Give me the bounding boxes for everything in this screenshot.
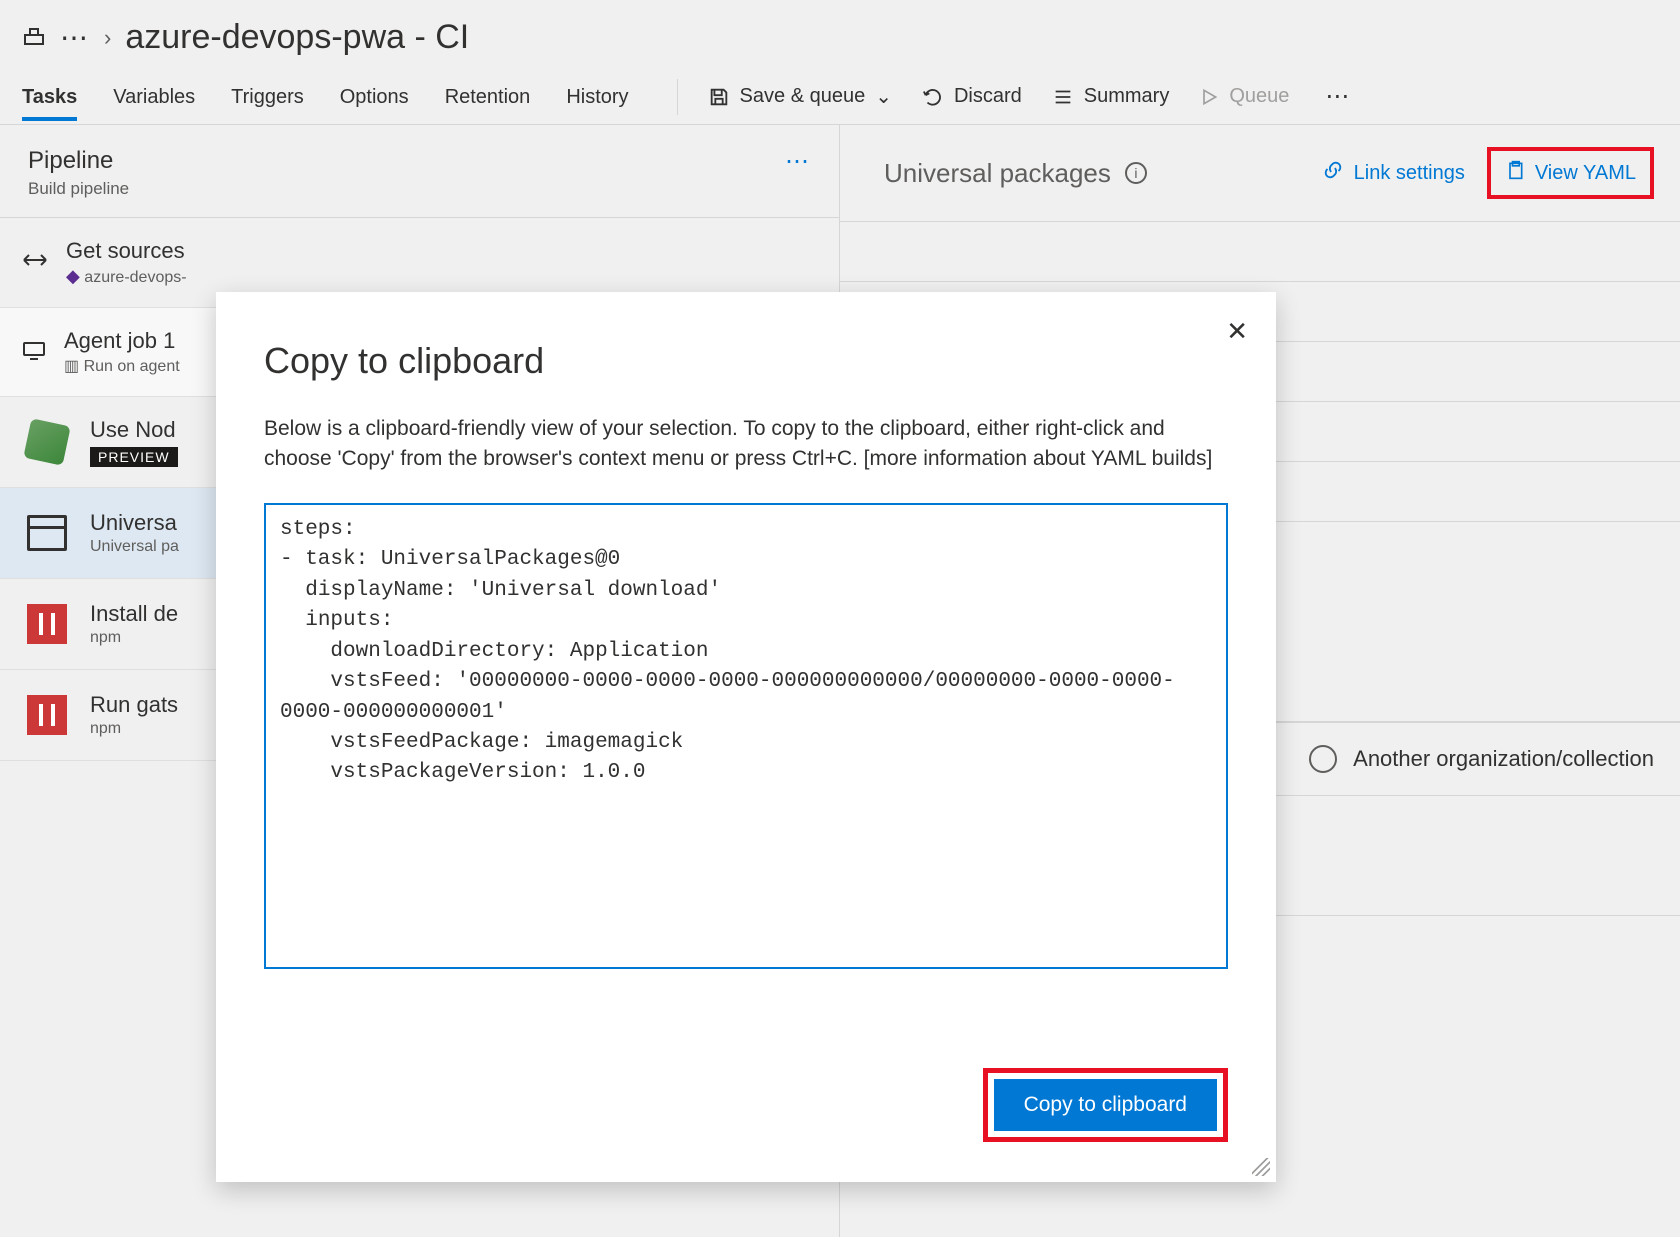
package-icon — [22, 508, 72, 558]
preview-badge: PREVIEW — [90, 447, 178, 467]
link-settings-label: Link settings — [1354, 162, 1465, 185]
task-title: Install de — [90, 601, 178, 627]
save-queue-label: Save & queue — [740, 85, 866, 108]
server-icon: ▥ — [64, 358, 79, 375]
dialog-description: Below is a clipboard-friendly view of yo… — [264, 414, 1228, 475]
pipeline-header[interactable]: Pipeline Build pipeline ⋯ — [0, 125, 839, 218]
link-settings-button[interactable]: Link settings — [1322, 159, 1465, 187]
clipboard-icon — [1505, 159, 1525, 187]
breadcrumb: ⋯ › azure-devops-pwa - CI — [0, 0, 1680, 69]
queue-button[interactable]: Queue — [1199, 85, 1289, 108]
task-title: Run gats — [90, 692, 178, 718]
play-icon — [1199, 87, 1219, 107]
more-actions[interactable]: ⋯ — [1319, 82, 1357, 111]
repo-icon: ◆ — [66, 266, 80, 286]
view-yaml-highlight: View YAML — [1487, 147, 1654, 199]
pipeline-subtitle: Build pipeline — [28, 179, 129, 199]
get-sources-repo: ◆ azure-devops- — [66, 266, 187, 287]
tab-tasks[interactable]: Tasks — [22, 72, 77, 121]
tab-history[interactable]: History — [566, 72, 628, 121]
view-yaml-button[interactable]: View YAML — [1505, 159, 1636, 187]
agent-icon — [22, 339, 46, 366]
save-icon — [708, 86, 730, 108]
get-sources-title: Get sources — [66, 238, 187, 264]
task-sub: npm — [90, 720, 178, 738]
summary-label: Summary — [1084, 85, 1170, 108]
tab-triggers[interactable]: Triggers — [231, 72, 304, 121]
pipeline-more[interactable]: ⋯ — [785, 147, 811, 176]
task-title: Universa — [90, 510, 179, 536]
link-icon — [1322, 159, 1344, 187]
summary-button[interactable]: Summary — [1052, 85, 1170, 108]
task-detail-header: Universal packages i Link settings View … — [840, 125, 1680, 222]
dialog-title: Copy to clipboard — [264, 340, 1228, 382]
agent-job-sub: ▥ Run on agent — [64, 356, 180, 376]
chevron-right-icon: › — [104, 25, 111, 51]
copy-button-highlight: Copy to clipboard — [983, 1068, 1228, 1142]
resize-grip[interactable] — [1252, 1158, 1270, 1176]
pipeline-icon — [22, 23, 46, 53]
tab-retention[interactable]: Retention — [445, 72, 531, 121]
view-yaml-label: View YAML — [1535, 162, 1636, 185]
org-radio-label: Another organization/collection — [1353, 746, 1654, 772]
discard-label: Discard — [954, 85, 1022, 108]
breadcrumb-title[interactable]: azure-devops-pwa - CI — [125, 18, 469, 57]
pipeline-title: Pipeline — [28, 147, 129, 175]
close-button[interactable]: ✕ — [1226, 316, 1248, 347]
task-detail-title: Universal packages — [884, 158, 1111, 189]
copy-clipboard-dialog: ✕ Copy to clipboard Below is a clipboard… — [216, 292, 1276, 1182]
queue-label: Queue — [1229, 85, 1289, 108]
copy-to-clipboard-button[interactable]: Copy to clipboard — [994, 1079, 1217, 1131]
task-sub: Universal pa — [90, 538, 179, 556]
npm-icon — [22, 690, 72, 740]
npm-icon — [22, 599, 72, 649]
undo-icon — [922, 86, 944, 108]
sources-icon — [22, 249, 48, 277]
radio-icon — [1309, 745, 1337, 773]
chevron-down-icon: ⌄ — [875, 84, 892, 109]
tab-bar: Tasks Variables Triggers Options Retenti… — [0, 69, 1680, 125]
tab-variables[interactable]: Variables — [113, 72, 195, 121]
info-icon[interactable]: i — [1125, 162, 1147, 184]
agent-job-title: Agent job 1 — [64, 328, 180, 354]
discard-button[interactable]: Discard — [922, 85, 1022, 108]
node-icon — [22, 417, 72, 467]
list-icon — [1052, 86, 1074, 108]
task-sub: npm — [90, 629, 178, 647]
save-queue-button[interactable]: Save & queue ⌄ — [708, 84, 892, 109]
yaml-textarea[interactable] — [264, 503, 1228, 969]
tab-options[interactable]: Options — [340, 72, 409, 121]
task-title: Use Nod — [90, 417, 178, 443]
